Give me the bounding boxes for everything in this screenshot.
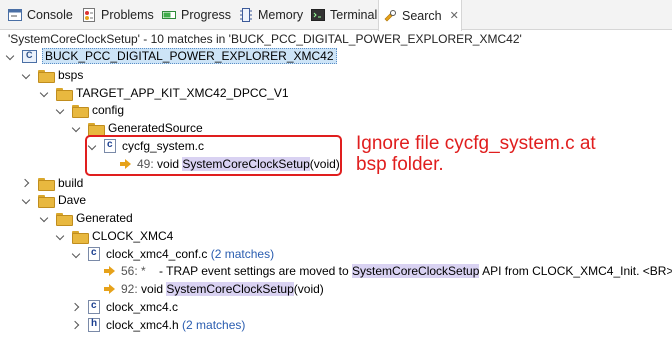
tree-item-match[interactable]: 92: void SystemCoreClockSetup (void)	[104, 280, 324, 298]
tab-problems[interactable]: Problems	[78, 0, 158, 30]
folder-icon	[88, 122, 105, 136]
match-count: (2 matches)	[210, 247, 275, 261]
annotation-line-2: bsp folder.	[356, 154, 444, 175]
tab-search[interactable]: Search ✕	[378, 0, 462, 31]
match-prefix: - TRAP event settings are moved to	[145, 264, 353, 278]
h-file-icon	[88, 318, 100, 332]
chevron-right-icon[interactable]	[22, 178, 32, 188]
project-icon	[22, 49, 37, 63]
view-tab-bar: Console Problems Progress Memory Termina…	[0, 0, 672, 31]
tree-item-bsps[interactable]: bsps	[22, 66, 83, 84]
chevron-down-icon[interactable]	[72, 249, 82, 259]
tree-item-dave[interactable]: Dave	[22, 191, 86, 209]
folder-label: TARGET_APP_KIT_XMC42_DPCC_V1	[76, 86, 289, 100]
tree-item-config[interactable]: config	[56, 101, 124, 119]
match-count: (2 matches)	[182, 318, 246, 332]
chevron-down-icon[interactable]	[6, 51, 16, 61]
chevron-down-icon[interactable]	[40, 88, 50, 98]
tree-item-generated[interactable]: Generated	[40, 209, 133, 227]
tree-item-clock-c-file[interactable]: clock_xmc4.c	[72, 298, 178, 316]
folder-icon	[38, 194, 55, 208]
chevron-down-icon[interactable]	[56, 231, 66, 241]
chevron-down-icon[interactable]	[56, 105, 66, 115]
match-suffix: (void)	[293, 282, 324, 296]
folder-icon	[56, 87, 73, 101]
annotation-highlight-box	[85, 135, 342, 176]
file-label: clock_xmc4.h	[106, 318, 179, 332]
folder-icon	[38, 69, 55, 83]
chevron-right-icon[interactable]	[72, 320, 82, 330]
file-label: clock_xmc4.c	[106, 300, 179, 314]
chevron-down-icon[interactable]	[72, 123, 82, 133]
tree-item-target-app[interactable]: TARGET_APP_KIT_XMC42_DPCC_V1	[40, 84, 289, 102]
tree-item-project[interactable]: BUCK_PCC_DIGITAL_POWER_EXPLORER_XMC42	[6, 47, 337, 65]
match-arrow-icon	[104, 266, 116, 276]
line-number: 56: *	[121, 264, 146, 278]
folder-label: bsps	[58, 68, 84, 82]
tree-item-clock-xmc4-folder[interactable]: CLOCK_XMC4	[56, 227, 173, 245]
tree-item-build[interactable]: build	[22, 174, 83, 192]
console-icon	[8, 8, 22, 22]
c-file-icon	[88, 247, 100, 261]
folder-icon	[38, 177, 55, 191]
project-label: BUCK_PCC_DIGITAL_POWER_EXPLORER_XMC42	[42, 48, 337, 64]
match-prefix: void	[141, 282, 167, 296]
c-file-icon	[88, 300, 100, 314]
tab-label: Progress	[181, 8, 232, 22]
folder-label: CLOCK_XMC4	[92, 229, 174, 243]
tree-item-clock-conf-file[interactable]: clock_xmc4_conf.c (2 matches)	[72, 245, 274, 263]
tab-label: Memory	[258, 8, 304, 22]
chevron-down-icon[interactable]	[22, 70, 32, 80]
tab-memory[interactable]: Memory	[235, 0, 307, 30]
terminal-icon	[311, 8, 325, 22]
tree-item-match[interactable]: 56: * - TRAP event settings are moved to…	[104, 262, 672, 280]
tab-label: Search	[402, 8, 442, 23]
tree-item-clock-h-file[interactable]: clock_xmc4.h (2 matches)	[72, 316, 245, 334]
match-arrow-icon	[104, 284, 116, 294]
progress-icon	[162, 8, 176, 22]
folder-label: build	[58, 176, 84, 190]
chevron-down-icon[interactable]	[40, 213, 50, 223]
tab-label: Problems	[101, 8, 154, 22]
problems-icon	[82, 8, 96, 22]
folder-label: config	[92, 103, 125, 117]
annotation-line-1: Ignore file cycfg_system.c at	[356, 133, 596, 154]
close-icon[interactable]: ✕	[450, 9, 459, 22]
tab-terminal[interactable]: Terminal	[307, 0, 381, 30]
folder-label: Dave	[58, 193, 87, 207]
tab-label: Terminal	[330, 8, 378, 22]
tab-label: Console	[27, 8, 73, 22]
match-suffix: API from CLOCK_XMC4_Init. <BR>	[479, 264, 672, 278]
memory-icon	[239, 8, 253, 22]
folder-label: Generated	[76, 211, 133, 225]
chevron-down-icon[interactable]	[22, 195, 32, 205]
tab-progress[interactable]: Progress	[158, 0, 235, 30]
annotation-text: Ignore file cycfg_system.c at bsp folder…	[356, 133, 596, 175]
folder-icon	[72, 230, 89, 244]
search-summary: 'SystemCoreClockSetup' - 10 matches in '…	[8, 32, 522, 46]
match-text: SystemCoreClockSetup	[352, 264, 480, 278]
chevron-right-icon[interactable]	[72, 302, 82, 312]
folder-icon	[56, 212, 73, 226]
folder-label: GeneratedSource	[108, 121, 203, 135]
line-number: 92:	[121, 282, 138, 296]
tab-console[interactable]: Console	[4, 0, 77, 30]
folder-icon	[72, 104, 89, 118]
search-icon	[383, 9, 397, 23]
match-text: SystemCoreClockSetup	[166, 282, 294, 296]
file-label: clock_xmc4_conf.c	[106, 247, 208, 261]
